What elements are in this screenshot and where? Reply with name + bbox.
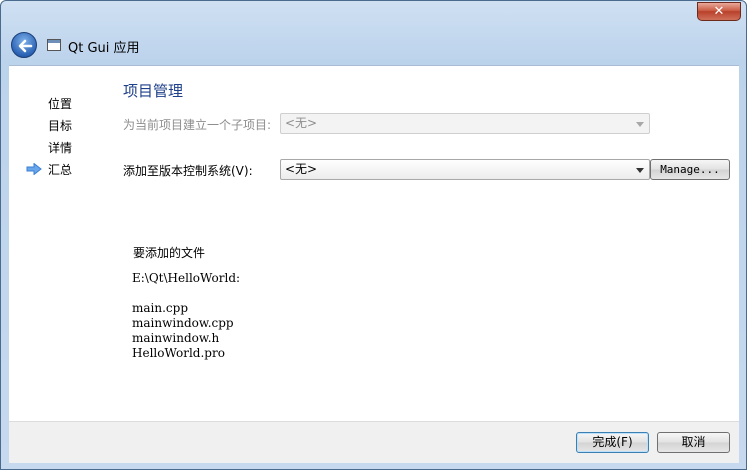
wizard-page: 位置 目标 详情 汇总 项目管理 为当前项目建立一个子项目: <无> 添加至版本… xyxy=(9,65,739,421)
vcs-value: <无> xyxy=(285,162,318,176)
window-icon xyxy=(47,39,61,51)
subproject-combo: <无> xyxy=(280,113,650,134)
chevron-down-icon xyxy=(636,122,644,127)
file-item: mainwindow.cpp xyxy=(132,316,234,330)
step-location: 位置 xyxy=(48,97,73,111)
button-bar: 完成(F) 取消 xyxy=(9,421,739,463)
close-icon: ✕ xyxy=(713,4,725,19)
subproject-value: <无> xyxy=(285,116,318,130)
finish-button[interactable]: 完成(F) xyxy=(576,432,649,453)
close-button[interactable]: ✕ xyxy=(697,2,741,21)
title-bar: ✕ Qt Gui 应用 xyxy=(1,1,746,65)
subproject-label: 为当前项目建立一个子项目: xyxy=(123,118,272,132)
vcs-combo[interactable]: <无> xyxy=(280,159,650,180)
current-step-arrow-icon xyxy=(26,163,42,175)
file-item: main.cpp xyxy=(132,301,188,315)
files-heading: 要添加的文件 xyxy=(133,246,206,260)
wizard-steps: 位置 目标 详情 汇总 xyxy=(9,66,109,422)
step-summary: 汇总 xyxy=(48,163,73,177)
back-button[interactable] xyxy=(11,32,37,58)
manage-button[interactable]: Manage... xyxy=(650,159,730,180)
chevron-down-icon xyxy=(636,168,644,173)
step-details: 详情 xyxy=(48,141,73,155)
page-title: 项目管理 xyxy=(123,82,184,100)
vcs-label: 添加至版本控制系统(V): xyxy=(123,164,253,178)
back-arrow-icon xyxy=(18,39,33,53)
step-target: 目标 xyxy=(48,119,73,133)
files-path: E:\Qt\HelloWorld: xyxy=(132,271,241,285)
file-item: HelloWorld.pro xyxy=(132,346,225,360)
wizard-window: ✕ Qt Gui 应用 位置 目标 详情 汇总 项目管理 为当前项目建立一个子项… xyxy=(0,0,747,470)
file-item: mainwindow.h xyxy=(132,331,220,345)
cancel-button[interactable]: 取消 xyxy=(657,432,730,453)
window-title: Qt Gui 应用 xyxy=(68,41,140,56)
